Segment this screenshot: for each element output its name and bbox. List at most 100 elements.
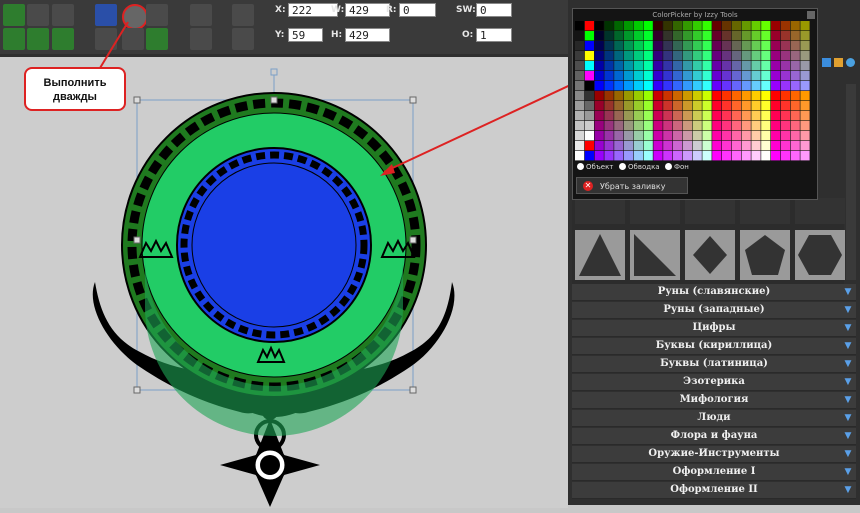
color-swatch[interactable] xyxy=(624,131,634,141)
shape-half-circle[interactable] xyxy=(795,198,845,224)
color-swatch[interactable] xyxy=(800,71,810,81)
color-swatch[interactable] xyxy=(673,61,683,71)
color-swatch[interactable] xyxy=(741,101,751,111)
color-swatch[interactable] xyxy=(712,51,722,61)
color-swatch[interactable] xyxy=(800,81,810,91)
color-swatch[interactable] xyxy=(761,121,771,131)
color-swatch[interactable] xyxy=(633,61,643,71)
color-swatch[interactable] xyxy=(702,91,712,101)
color-swatch[interactable] xyxy=(722,141,732,151)
color-swatch[interactable] xyxy=(712,81,722,91)
color-swatch[interactable] xyxy=(692,61,702,71)
color-swatch[interactable] xyxy=(771,111,781,121)
color-swatch[interactable] xyxy=(663,141,673,151)
color-swatch[interactable] xyxy=(673,131,683,141)
color-swatch[interactable] xyxy=(702,101,712,111)
color-swatch[interactable] xyxy=(682,31,692,41)
color-swatch[interactable] xyxy=(722,81,732,91)
color-swatch[interactable] xyxy=(800,151,810,161)
color-swatch[interactable] xyxy=(731,131,741,141)
color-swatch[interactable] xyxy=(761,71,771,81)
radio-object[interactable]: Объект xyxy=(577,163,613,171)
shape-right-triangle[interactable] xyxy=(630,230,680,280)
color-swatch[interactable] xyxy=(682,131,692,141)
color-swatch[interactable] xyxy=(722,31,732,41)
color-swatch[interactable] xyxy=(594,41,604,51)
color-swatch[interactable] xyxy=(594,151,604,161)
color-swatch[interactable] xyxy=(633,131,643,141)
category-item[interactable]: Руны (западные) ▼ xyxy=(572,302,856,319)
color-swatch[interactable] xyxy=(624,81,634,91)
color-swatch[interactable] xyxy=(800,61,810,71)
color-swatch[interactable] xyxy=(673,111,683,121)
color-swatch[interactable] xyxy=(604,111,614,121)
color-swatch[interactable] xyxy=(643,131,653,141)
color-swatch[interactable] xyxy=(673,71,683,81)
color-swatch[interactable] xyxy=(682,51,692,61)
color-swatch[interactable] xyxy=(653,61,663,71)
color-swatch[interactable] xyxy=(761,21,771,31)
color-swatch[interactable] xyxy=(712,121,722,131)
shape-semicircle[interactable] xyxy=(685,198,735,224)
color-swatch[interactable] xyxy=(594,131,604,141)
color-swatch[interactable] xyxy=(663,121,673,131)
color-swatch[interactable] xyxy=(575,101,585,111)
color-swatch[interactable] xyxy=(673,141,683,151)
color-swatch[interactable] xyxy=(741,71,751,81)
color-swatch[interactable] xyxy=(682,21,692,31)
color-swatch[interactable] xyxy=(771,61,781,71)
color-swatch[interactable] xyxy=(604,91,614,101)
color-swatch[interactable] xyxy=(663,81,673,91)
color-swatch[interactable] xyxy=(633,141,643,151)
color-swatch[interactable] xyxy=(575,51,585,61)
color-swatch[interactable] xyxy=(584,141,594,151)
scrollbar[interactable] xyxy=(846,84,856,280)
color-swatch[interactable] xyxy=(584,61,594,71)
color-swatch[interactable] xyxy=(800,21,810,31)
color-swatch[interactable] xyxy=(702,151,712,161)
category-item[interactable]: Люди ▼ xyxy=(572,410,856,427)
color-swatch[interactable] xyxy=(584,31,594,41)
color-swatch[interactable] xyxy=(780,81,790,91)
color-swatch[interactable] xyxy=(751,91,761,101)
color-swatch[interactable] xyxy=(790,51,800,61)
color-swatch[interactable] xyxy=(673,121,683,131)
color-swatch[interactable] xyxy=(604,141,614,151)
color-swatch[interactable] xyxy=(604,51,614,61)
color-swatch[interactable] xyxy=(731,51,741,61)
color-swatch[interactable] xyxy=(800,141,810,151)
color-swatch[interactable] xyxy=(692,141,702,151)
color-swatch[interactable] xyxy=(604,101,614,111)
color-swatch[interactable] xyxy=(790,61,800,71)
color-swatch[interactable] xyxy=(712,91,722,101)
color-swatch[interactable] xyxy=(682,91,692,101)
color-swatch[interactable] xyxy=(722,111,732,121)
color-swatch[interactable] xyxy=(761,111,771,121)
color-swatch[interactable] xyxy=(761,31,771,41)
color-swatch[interactable] xyxy=(624,31,634,41)
color-swatch[interactable] xyxy=(790,31,800,41)
color-swatch[interactable] xyxy=(741,111,751,121)
color-swatch[interactable] xyxy=(800,121,810,131)
color-swatch[interactable] xyxy=(663,101,673,111)
color-swatch[interactable] xyxy=(604,71,614,81)
color-swatch[interactable] xyxy=(761,81,771,91)
category-item[interactable]: Руны (славянские) ▼ xyxy=(572,284,856,301)
color-swatch[interactable] xyxy=(771,101,781,111)
color-swatch[interactable] xyxy=(682,41,692,51)
color-swatch[interactable] xyxy=(682,141,692,151)
color-swatch[interactable] xyxy=(731,121,741,131)
color-swatch[interactable] xyxy=(771,81,781,91)
color-swatch[interactable] xyxy=(751,101,761,111)
color-swatch[interactable] xyxy=(633,121,643,131)
color-swatch[interactable] xyxy=(614,61,624,71)
color-swatch[interactable] xyxy=(751,121,761,131)
color-swatch[interactable] xyxy=(643,101,653,111)
color-swatch[interactable] xyxy=(624,21,634,31)
color-swatch[interactable] xyxy=(771,31,781,41)
color-swatch[interactable] xyxy=(624,121,634,131)
color-swatch[interactable] xyxy=(761,101,771,111)
color-swatch[interactable] xyxy=(584,151,594,161)
color-swatch[interactable] xyxy=(575,41,585,51)
color-swatch[interactable] xyxy=(575,111,585,121)
